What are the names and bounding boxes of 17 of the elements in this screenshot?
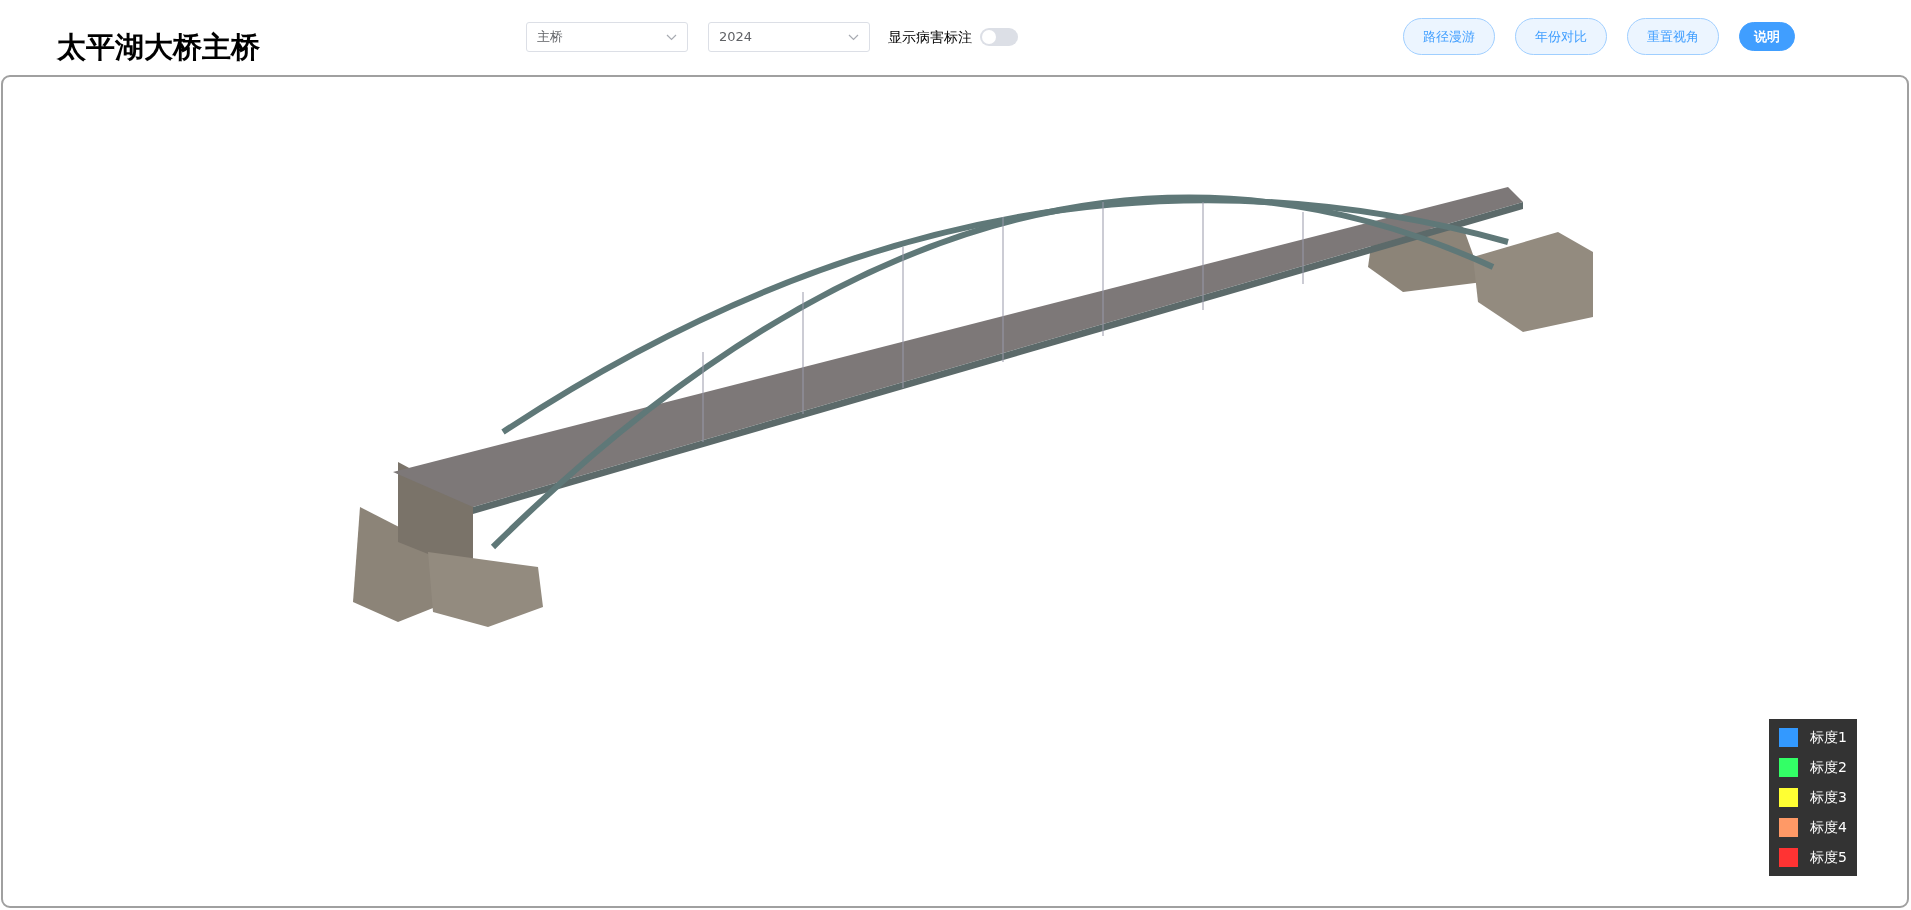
chevron-down-icon bbox=[666, 33, 677, 41]
action-button[interactable]: 路径漫游 bbox=[1403, 18, 1495, 55]
legend-label: 标度1 bbox=[1810, 728, 1847, 747]
legend-label: 标度2 bbox=[1810, 758, 1847, 777]
action-button[interactable]: 重置视角 bbox=[1627, 18, 1719, 55]
toggle-switch[interactable] bbox=[980, 28, 1018, 46]
action-button[interactable]: 年份对比 bbox=[1515, 18, 1607, 55]
dropdown-select[interactable]: 2024 bbox=[708, 22, 870, 52]
legend-label: 标度3 bbox=[1810, 788, 1847, 807]
action-button[interactable]: 说明 bbox=[1739, 22, 1795, 51]
toggle-label: 显示病害标注 bbox=[888, 27, 972, 47]
chevron-down-icon bbox=[848, 33, 859, 41]
model-viewport[interactable]: 标度1 标度2 标度3 标度4 标度5 bbox=[1, 75, 1909, 908]
dropdown-select[interactable]: 主桥 bbox=[526, 22, 688, 52]
legend-label: 标度4 bbox=[1810, 818, 1847, 837]
legend-label: 标度5 bbox=[1810, 848, 1847, 867]
page-title: 太平湖大桥主桥 bbox=[57, 30, 260, 65]
